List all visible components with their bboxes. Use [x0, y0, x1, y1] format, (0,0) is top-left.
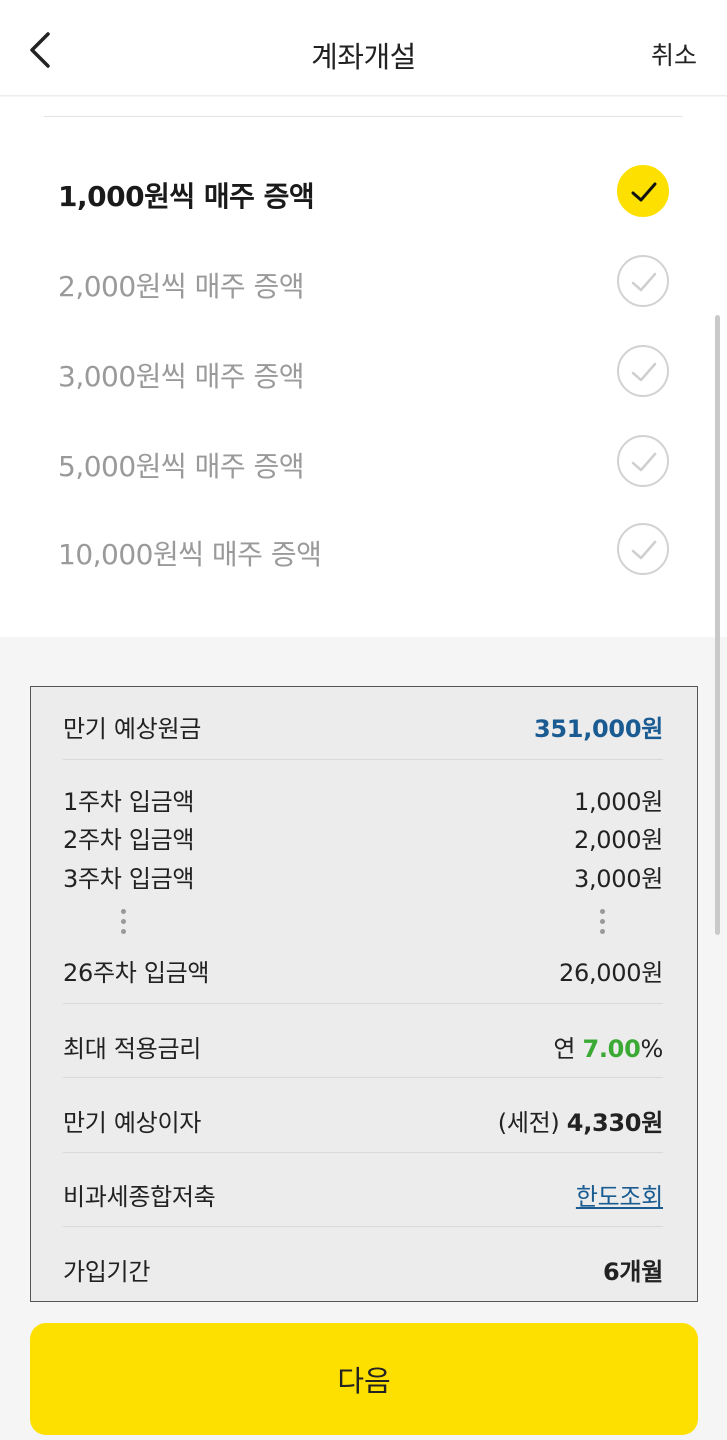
week-value: 1,000원 — [574, 788, 663, 816]
divider — [63, 1077, 663, 1078]
period-label: 가입기간 — [63, 1258, 151, 1286]
summary-card: 만기 예상원금 351,000원 1주차 입금액 1,000원 2주차 입금액 … — [30, 686, 698, 1302]
maturity-interest-value: 4,330원 — [566, 1109, 664, 1137]
option-1000[interactable]: 1,000원씩 매주 증액 — [0, 151, 727, 231]
period-value: 6개월 — [603, 1258, 663, 1286]
option-2000[interactable]: 2,000원씩 매주 증액 — [0, 241, 727, 321]
max-rate-label: 최대 적용금리 — [63, 1035, 202, 1063]
week-value: 26,000원 — [559, 959, 663, 987]
week-value: 2,000원 — [574, 826, 663, 854]
week-label: 1주차 입금액 — [63, 788, 195, 816]
max-rate-suffix: % — [640, 1035, 663, 1063]
maturity-interest-prefix: (세전) — [497, 1109, 567, 1137]
option-label: 1,000원씩 매주 증액 — [58, 180, 315, 213]
option-label: 10,000원씩 매주 증액 — [58, 538, 322, 571]
check-icon — [617, 435, 669, 487]
week-label: 26주차 입금액 — [63, 959, 210, 987]
divider — [63, 1152, 663, 1153]
divider — [63, 1003, 663, 1004]
scrollbar[interactable] — [715, 315, 720, 935]
page-title: 계좌개설 — [311, 40, 416, 74]
option-label: 2,000원씩 매주 증액 — [58, 270, 305, 303]
option-label: 3,000원씩 매주 증액 — [58, 360, 305, 393]
increment-options: 1,000원씩 매주 증액 2,000원씩 매주 증액 3,000원씩 매주 증… — [0, 97, 727, 637]
top-app-bar: 계좌개설 취소 — [0, 0, 727, 96]
check-icon — [617, 165, 669, 217]
maturity-principal-value: 351,000원 — [534, 715, 663, 743]
tax-free-label: 비과세종합저축 — [63, 1183, 216, 1211]
next-button[interactable]: 다음 — [30, 1323, 698, 1435]
divider — [63, 759, 663, 760]
maturity-principal-label: 만기 예상원금 — [63, 715, 202, 743]
option-5000[interactable]: 5,000원씩 매주 증액 — [0, 421, 727, 501]
option-10000[interactable]: 10,000원씩 매주 증액 — [0, 509, 727, 589]
maturity-interest-label: 만기 예상이자 — [63, 1109, 202, 1137]
check-icon — [617, 345, 669, 397]
cancel-button[interactable]: 취소 — [651, 36, 697, 72]
divider — [63, 1226, 663, 1227]
max-rate-prefix: 연 — [553, 1035, 583, 1063]
check-icon — [617, 255, 669, 307]
week-label: 3주차 입금액 — [63, 865, 195, 893]
max-rate-value: 7.00 — [582, 1035, 641, 1063]
ellipsis-vertical-icon — [600, 909, 606, 939]
ellipsis-vertical-icon — [121, 909, 127, 939]
week-value: 3,000원 — [574, 865, 663, 893]
divider — [44, 116, 683, 117]
maturity-interest-value-group: (세전) 4,330원 — [497, 1103, 664, 1138]
option-3000[interactable]: 3,000원씩 매주 증액 — [0, 331, 727, 411]
limit-inquiry-link[interactable]: 한도조회 — [576, 1177, 663, 1212]
max-rate-value-group: 연 7.00% — [553, 1029, 663, 1064]
check-icon — [617, 523, 669, 575]
week-label: 2주차 입금액 — [63, 826, 195, 854]
option-label: 5,000원씩 매주 증액 — [58, 450, 305, 483]
